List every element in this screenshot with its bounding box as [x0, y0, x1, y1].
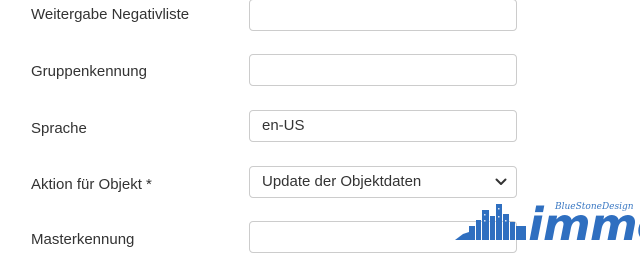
weitergabe-negativliste-input[interactable]	[249, 0, 517, 31]
gruppenkennung-input[interactable]	[249, 54, 517, 86]
chevron-down-icon	[495, 178, 507, 185]
watermark-tagline: BlueStoneDesign	[555, 202, 634, 212]
aktion-fuer-objekt-selected-value: Update der Objektdaten	[262, 173, 422, 190]
label-aktion-fuer-objekt: Aktion für Objekt *	[31, 176, 152, 193]
aktion-fuer-objekt-select[interactable]: Update der Objektdaten	[249, 166, 517, 198]
watermark-logo: immo BlueStoneDesign	[455, 196, 640, 240]
sprache-input[interactable]: en-US	[249, 110, 517, 142]
label-sprache: Sprache	[31, 120, 87, 137]
label-gruppenkennung: Gruppenkennung	[31, 63, 147, 80]
label-weitergabe-negativliste: Weitergabe Negativliste	[31, 6, 190, 23]
